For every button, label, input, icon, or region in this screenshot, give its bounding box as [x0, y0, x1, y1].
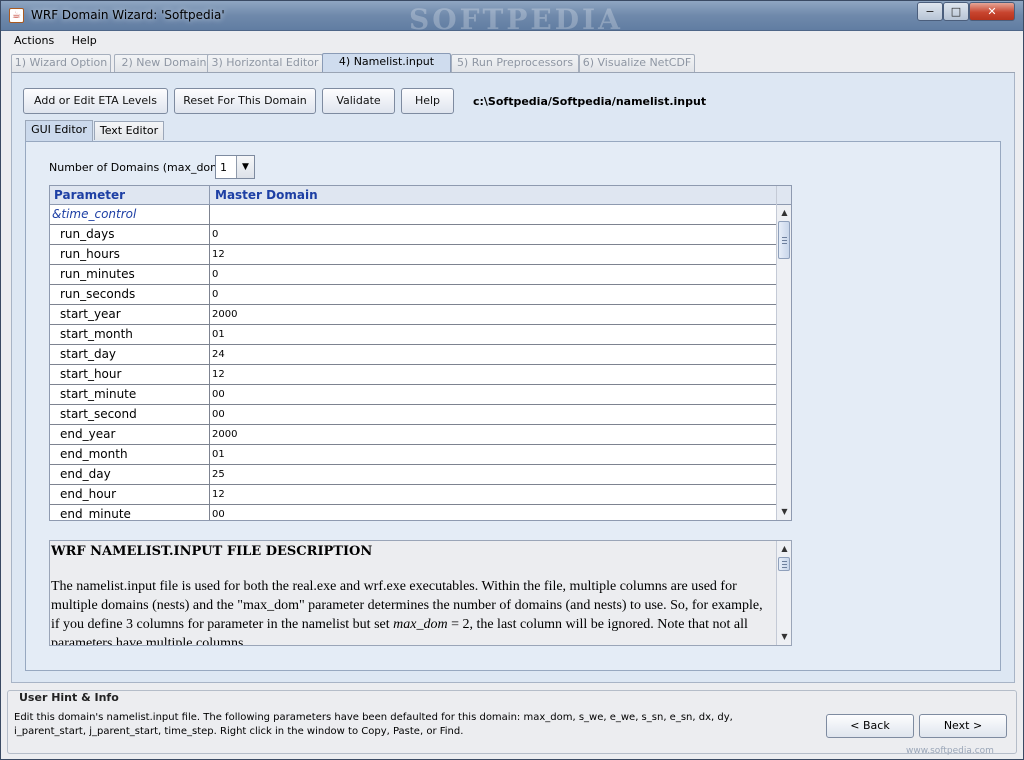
reset-domain-button[interactable]: Reset For This Domain: [174, 88, 316, 114]
value-cell[interactable]: [211, 205, 776, 224]
table-row[interactable]: run_days 0: [50, 225, 776, 245]
max-dom-value: 1: [220, 161, 227, 174]
value-cell[interactable]: 25: [211, 465, 776, 484]
column-header-master-domain[interactable]: Master Domain: [211, 186, 776, 205]
parameter-cell: start_year: [50, 305, 210, 324]
table-row[interactable]: run_hours 12: [50, 245, 776, 265]
description-body: The namelist.input file is used for both…: [51, 579, 763, 646]
value-cell[interactable]: 0: [211, 265, 776, 284]
app-window: ☕ WRF Domain Wizard: 'Softpedia' SOFTPED…: [0, 0, 1024, 760]
parameter-cell: run_seconds: [50, 285, 210, 304]
scroll-up-icon[interactable]: ▲: [777, 541, 791, 557]
value-cell[interactable]: 2000: [211, 305, 776, 324]
parameter-cell: start_second: [50, 405, 210, 424]
scroll-up-icon[interactable]: ▲: [777, 205, 791, 221]
tab-visualize-netcdf[interactable]: 6) Visualize NetCDF: [579, 54, 695, 72]
scroll-down-icon[interactable]: ▼: [777, 629, 791, 645]
max-dom-select[interactable]: 1 ▼: [215, 155, 255, 179]
tab-run-preprocessors[interactable]: 5) Run Preprocessors: [451, 54, 579, 72]
close-button[interactable]: ✕: [969, 2, 1015, 21]
footer-watermark: www.softpedia.com: [906, 746, 994, 756]
tab-gui-editor[interactable]: GUI Editor: [25, 120, 93, 141]
description-title: WRF NAMELIST.INPUT FILE DESCRIPTION: [51, 544, 373, 559]
parameter-cell: run_days: [50, 225, 210, 244]
table-header: Parameter Master Domain: [50, 186, 776, 205]
table-row[interactable]: end_day 25: [50, 465, 776, 485]
minimize-button[interactable]: −: [917, 2, 943, 21]
tab-horizontal-editor[interactable]: 3) Horizontal Editor: [207, 54, 323, 72]
table-row[interactable]: end_minute 00: [50, 505, 776, 520]
user-hint-title: User Hint & Info: [17, 691, 121, 704]
table-row[interactable]: run_minutes 0: [50, 265, 776, 285]
value-cell[interactable]: 00: [211, 405, 776, 424]
value-cell[interactable]: 01: [211, 445, 776, 464]
scroll-thumb[interactable]: [778, 557, 790, 571]
table-scrollbar[interactable]: ▲ ▼: [776, 186, 791, 520]
tab-new-domain[interactable]: 2) New Domain: [114, 54, 214, 72]
menu-bar: Actions Help: [7, 32, 1017, 52]
parameter-cell: start_minute: [50, 385, 210, 404]
namelist-description: WRF NAMELIST.INPUT FILE DESCRIPTION The …: [49, 540, 792, 646]
table-row[interactable]: end_hour 12: [50, 485, 776, 505]
java-app-icon: ☕: [9, 8, 24, 23]
value-cell[interactable]: 24: [211, 345, 776, 364]
value-cell[interactable]: 00: [211, 385, 776, 404]
tab-text-editor[interactable]: Text Editor: [94, 121, 164, 140]
value-cell[interactable]: 12: [211, 365, 776, 384]
parameter-cell: run_minutes: [50, 265, 210, 284]
scroll-thumb[interactable]: [778, 221, 790, 259]
table-row[interactable]: start_minute 00: [50, 385, 776, 405]
parameter-cell: end_minute: [50, 505, 210, 520]
scroll-header-corner: [777, 186, 791, 205]
scroll-down-icon[interactable]: ▼: [777, 504, 791, 520]
value-cell[interactable]: 01: [211, 325, 776, 344]
parameter-cell: run_hours: [50, 245, 210, 264]
parameter-cell: start_day: [50, 345, 210, 364]
value-cell[interactable]: 0: [211, 225, 776, 244]
parameter-cell: end_month: [50, 445, 210, 464]
parameter-cell: &time_control: [50, 205, 210, 224]
value-cell[interactable]: 12: [211, 245, 776, 264]
table-body: &time_control run_days 0 run_hours 12 run_min…: [50, 205, 776, 520]
tab-namelist-editor[interactable]: 4) Namelist.input Editor: [322, 53, 451, 84]
parameter-cell: start_hour: [50, 365, 210, 384]
table-row[interactable]: start_month 01: [50, 325, 776, 345]
tab-wizard-option[interactable]: 1) Wizard Option: [11, 54, 111, 72]
validate-button[interactable]: Validate: [322, 88, 395, 114]
window-title: WRF Domain Wizard: 'Softpedia': [31, 8, 225, 22]
value-cell[interactable]: 2000: [211, 425, 776, 444]
value-cell[interactable]: 00: [211, 505, 776, 520]
table-row[interactable]: start_second 00: [50, 405, 776, 425]
table-row[interactable]: end_year 2000: [50, 425, 776, 445]
user-hint-text: Edit this domain's namelist.input file. …: [14, 712, 733, 737]
help-button[interactable]: Help: [401, 88, 454, 114]
namelist-file-path: c:\Softpedia/Softpedia/namelist.input: [473, 95, 707, 108]
maximize-button[interactable]: □: [943, 2, 969, 21]
namelist-table: Parameter Master Domain &time_control run…: [49, 185, 792, 521]
parameter-cell: start_month: [50, 325, 210, 344]
parameter-cell: end_year: [50, 425, 210, 444]
add-eta-levels-button[interactable]: Add or Edit ETA Levels: [23, 88, 168, 114]
description-scrollbar[interactable]: ▲ ▼: [776, 541, 791, 645]
menu-help[interactable]: Help: [65, 32, 104, 49]
value-cell[interactable]: 0: [211, 285, 776, 304]
table-row[interactable]: &time_control: [50, 205, 776, 225]
title-bar[interactable]: ☕ WRF Domain Wizard: 'Softpedia' SOFTPED…: [1, 1, 1023, 36]
chevron-down-icon[interactable]: ▼: [236, 156, 254, 178]
table-row[interactable]: start_day 24: [50, 345, 776, 365]
menu-actions[interactable]: Actions: [7, 32, 61, 49]
next-button[interactable]: Next >: [919, 714, 1007, 738]
table-row[interactable]: end_month 01: [50, 445, 776, 465]
table-row[interactable]: start_year 2000: [50, 305, 776, 325]
parameter-cell: end_day: [50, 465, 210, 484]
table-row[interactable]: start_hour 12: [50, 365, 776, 385]
max-dom-label: Number of Domains (max_dom):: [49, 161, 229, 174]
column-header-parameter[interactable]: Parameter: [50, 186, 210, 205]
table-row[interactable]: run_seconds 0: [50, 285, 776, 305]
value-cell[interactable]: 12: [211, 485, 776, 504]
back-button[interactable]: < Back: [826, 714, 914, 738]
parameter-cell: end_hour: [50, 485, 210, 504]
